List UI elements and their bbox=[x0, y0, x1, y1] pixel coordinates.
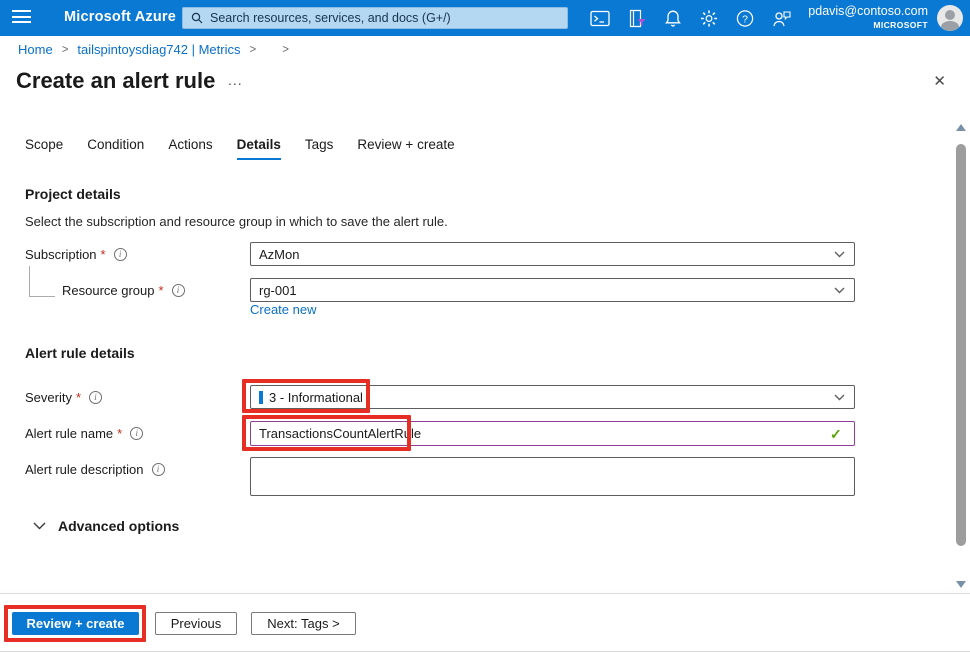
user-org: MICROSOFT bbox=[808, 18, 928, 32]
alert-rule-name-input[interactable] bbox=[250, 421, 855, 446]
chevron-down-icon bbox=[834, 251, 845, 258]
wizard-tabs: Scope Condition Actions Details Tags Rev… bbox=[25, 137, 479, 160]
help-icon[interactable]: ? bbox=[735, 9, 755, 28]
resource-group-dropdown[interactable]: rg-001 bbox=[250, 278, 855, 302]
tab-tags[interactable]: Tags bbox=[305, 137, 334, 160]
advanced-options-expander[interactable]: Advanced options bbox=[33, 518, 179, 534]
more-options-icon[interactable]: ... bbox=[228, 72, 243, 88]
page-title: Create an alert rule bbox=[16, 68, 215, 94]
subscription-label: Subscription * i bbox=[25, 247, 127, 262]
resource-group-value: rg-001 bbox=[259, 283, 297, 298]
valid-check-icon: ✓ bbox=[830, 426, 842, 443]
project-details-description: Select the subscription and resource gro… bbox=[25, 214, 448, 229]
info-icon[interactable]: i bbox=[152, 463, 165, 476]
required-asterisk: * bbox=[117, 426, 122, 441]
alert-rule-description-input[interactable] bbox=[250, 457, 855, 496]
user-email: pdavis@contoso.com bbox=[808, 4, 928, 18]
info-icon[interactable]: i bbox=[89, 391, 102, 404]
advanced-options-label: Advanced options bbox=[58, 518, 179, 534]
breadcrumb-home[interactable]: Home bbox=[18, 42, 53, 57]
tab-details[interactable]: Details bbox=[237, 137, 281, 160]
info-icon[interactable]: i bbox=[172, 284, 185, 297]
hamburger-menu-icon[interactable] bbox=[12, 10, 31, 25]
svg-text:?: ? bbox=[742, 14, 748, 25]
hierarchy-connector bbox=[29, 266, 30, 296]
brand-title[interactable]: Microsoft Azure bbox=[64, 9, 176, 25]
tab-condition[interactable]: Condition bbox=[87, 137, 144, 160]
avatar[interactable] bbox=[937, 5, 963, 31]
info-icon[interactable]: i bbox=[130, 427, 143, 440]
tab-review-create[interactable]: Review + create bbox=[357, 137, 454, 160]
severity-color-indicator bbox=[259, 391, 263, 404]
search-icon bbox=[191, 12, 203, 24]
alert-rule-description-label: Alert rule description i bbox=[25, 462, 165, 477]
scroll-up-icon[interactable] bbox=[956, 124, 966, 131]
chevron-down-icon bbox=[834, 394, 845, 401]
breadcrumb-separator: > bbox=[249, 44, 256, 56]
severity-label: Severity * i bbox=[25, 390, 102, 405]
scrollbar-thumb[interactable] bbox=[956, 144, 966, 546]
global-search[interactable] bbox=[182, 7, 568, 29]
severity-dropdown[interactable]: 3 - Informational bbox=[250, 385, 855, 409]
directory-filter-icon[interactable] bbox=[627, 9, 647, 28]
tab-scope[interactable]: Scope bbox=[25, 137, 63, 160]
create-new-link[interactable]: Create new bbox=[250, 302, 316, 317]
breadcrumb-resource-metrics[interactable]: tailspintoysdiag742 | Metrics bbox=[77, 42, 240, 57]
info-icon[interactable]: i bbox=[114, 248, 127, 261]
next-tags-button[interactable]: Next: Tags > bbox=[251, 612, 356, 635]
severity-value: 3 - Informational bbox=[269, 390, 363, 405]
required-asterisk: * bbox=[101, 247, 106, 262]
close-icon[interactable]: ✕ bbox=[933, 74, 946, 89]
feedback-icon[interactable] bbox=[771, 9, 791, 28]
previous-button[interactable]: Previous bbox=[155, 612, 237, 635]
footer-divider bbox=[0, 593, 970, 594]
settings-icon[interactable] bbox=[699, 9, 719, 28]
scroll-down-icon[interactable] bbox=[956, 581, 966, 588]
top-bar: Microsoft Azure ? pdavis@contoso.com MIC… bbox=[0, 0, 970, 36]
alert-rule-details-heading: Alert rule details bbox=[25, 345, 135, 361]
resource-group-label: Resource group * i bbox=[62, 283, 185, 298]
account-menu[interactable]: pdavis@contoso.com MICROSOFT bbox=[808, 4, 928, 32]
subscription-dropdown[interactable]: AzMon bbox=[250, 242, 855, 266]
cloud-shell-icon[interactable] bbox=[590, 9, 610, 28]
search-input[interactable] bbox=[210, 9, 567, 27]
subscription-value: AzMon bbox=[259, 247, 299, 262]
project-details-heading: Project details bbox=[25, 186, 121, 202]
tab-actions[interactable]: Actions bbox=[168, 137, 212, 160]
required-asterisk: * bbox=[76, 390, 81, 405]
azure-portal-window: { "topbar": { "brand": "Microsoft Azure"… bbox=[0, 0, 970, 652]
breadcrumb-separator: > bbox=[282, 44, 289, 56]
hierarchy-connector bbox=[29, 296, 55, 297]
chevron-down-icon bbox=[33, 522, 46, 530]
vertical-scrollbar[interactable] bbox=[955, 122, 967, 590]
notifications-icon[interactable] bbox=[663, 9, 683, 28]
alert-rule-name-label: Alert rule name * i bbox=[25, 426, 143, 441]
chevron-down-icon bbox=[834, 287, 845, 294]
review-create-button[interactable]: Review + create bbox=[12, 612, 139, 635]
required-asterisk: * bbox=[159, 283, 164, 298]
breadcrumb-separator: > bbox=[62, 44, 69, 56]
breadcrumb: Home > tailspintoysdiag742 | Metrics > > bbox=[18, 42, 298, 57]
